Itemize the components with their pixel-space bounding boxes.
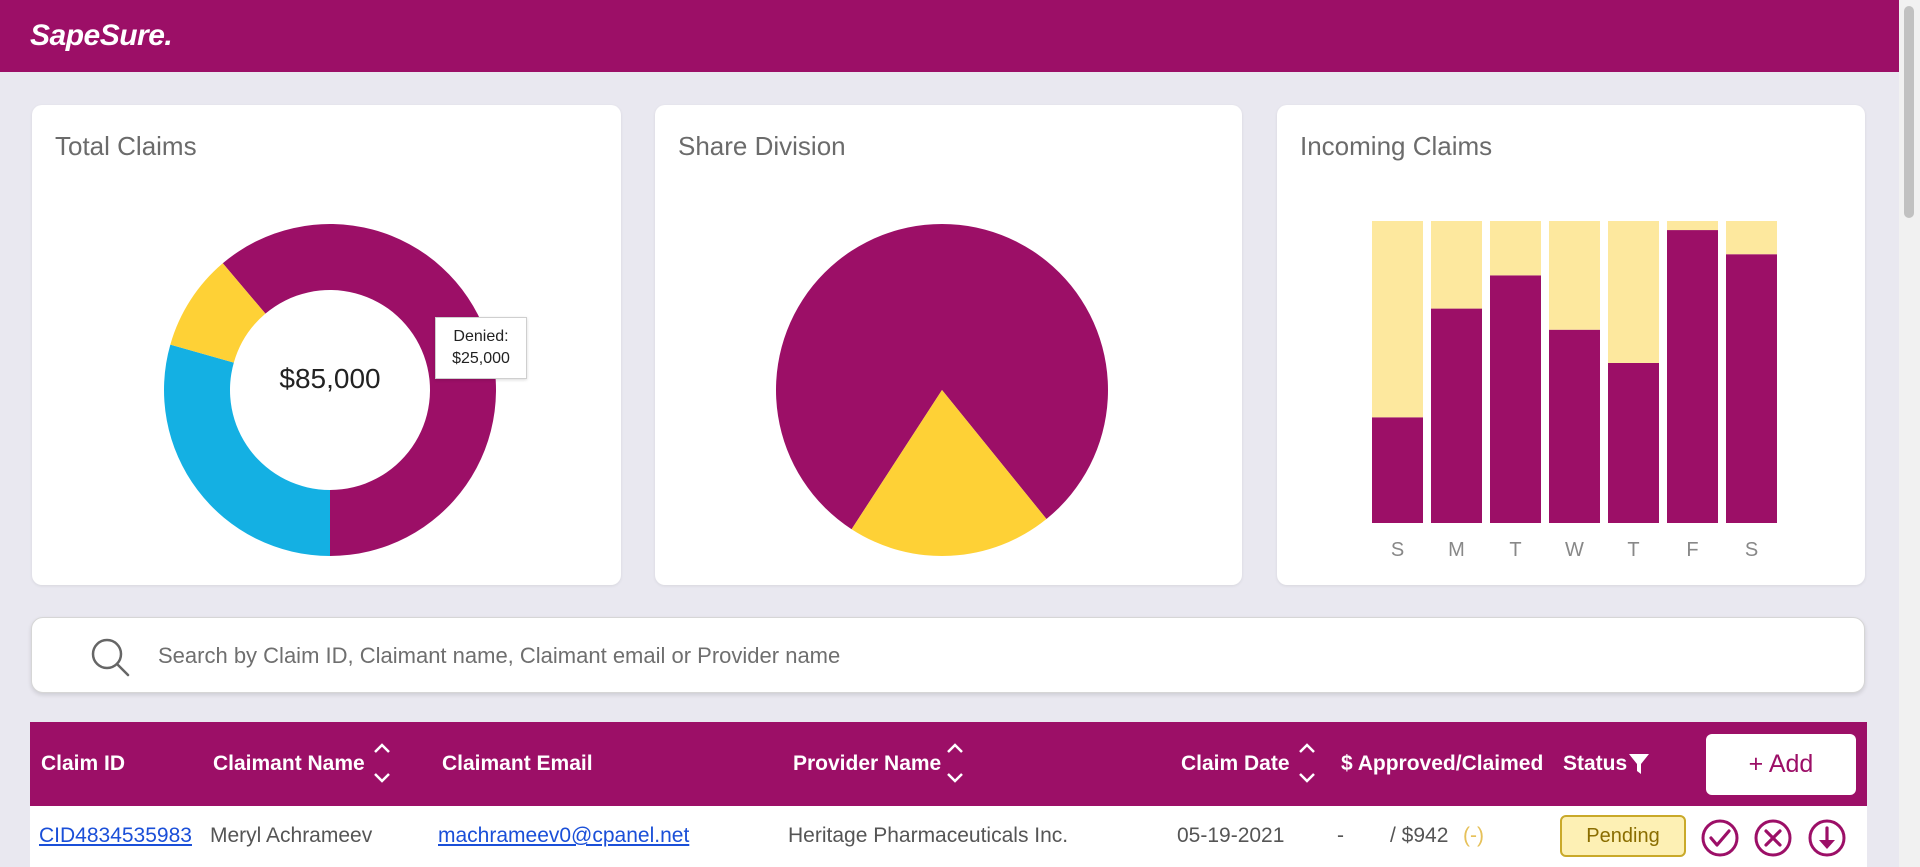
bar-0-series-1[interactable]: [1372, 221, 1423, 418]
total-claims-card: Total Claims $85,000 Denied: $25,000: [32, 105, 621, 585]
tooltip-value: $25,000: [452, 350, 510, 367]
x-tick-label: M: [1448, 539, 1465, 561]
share-division-pie-chart: [776, 223, 1108, 556]
scrollbar-thumb[interactable]: [1904, 6, 1914, 218]
incoming-claims-card: Incoming Claims SMTWTFS: [1277, 105, 1865, 585]
bar-1-series-0[interactable]: [1431, 308, 1482, 523]
search-icon: [91, 638, 130, 677]
claimant-email-link[interactable]: machrameev0@cpanel.net: [438, 824, 689, 848]
chart-tooltip: Denied: $25,000: [435, 317, 527, 379]
bar-0-series-0[interactable]: [1372, 417, 1423, 523]
add-claim-button[interactable]: + Add: [1706, 734, 1856, 795]
x-tick-label: T: [1509, 539, 1521, 561]
search-input[interactable]: [158, 638, 1808, 674]
header-approved-claimed: $ Approved/Claimed: [1341, 752, 1544, 775]
header-status: Status: [1563, 752, 1628, 775]
bar-3-series-1[interactable]: [1549, 221, 1600, 330]
sort-claim-date-icon[interactable]: [1297, 740, 1317, 786]
x-tick-label: F: [1686, 539, 1698, 561]
header-claimant-email: Claimant Email: [442, 752, 593, 775]
tooltip-label: Denied:: [453, 328, 509, 345]
claimed-amount-cell: / $942: [1390, 824, 1449, 847]
incoming-claims-bar-chart: SMTWTFS: [1372, 221, 1777, 561]
top-bar: SapeSure.: [0, 0, 1899, 72]
search-bar: [31, 617, 1865, 693]
bar-1-series-1[interactable]: [1431, 221, 1482, 309]
provider-name-cell: Heritage Pharmaceuticals Inc.: [788, 824, 1069, 847]
claim-date-cell: 05-19-2021: [1177, 824, 1285, 847]
bar-5-series-1[interactable]: [1667, 221, 1718, 231]
sort-claimant-name-icon[interactable]: [372, 740, 392, 786]
x-tick-label: W: [1565, 539, 1584, 561]
bar-5-series-0[interactable]: [1667, 230, 1718, 523]
header-claim-id: Claim ID: [41, 752, 126, 775]
share-division-card: Share Division: [655, 105, 1242, 585]
approved-amount-cell: -: [1337, 824, 1344, 847]
bar-6-series-0[interactable]: [1726, 254, 1777, 523]
header-claim-date: Claim Date: [1181, 752, 1290, 775]
total-claims-donut-chart: $85,000: [163, 224, 496, 556]
table-row: CID4834535983 Meryl Achrameev machrameev…: [30, 806, 1867, 867]
deny-icon[interactable]: [1753, 818, 1793, 858]
bar-4-series-0[interactable]: [1608, 362, 1659, 523]
scrollbar[interactable]: [1899, 0, 1920, 867]
filter-icon[interactable]: [1628, 753, 1650, 775]
claimant-name-cell: Meryl Achrameev: [210, 824, 373, 847]
x-tick-label: S: [1745, 539, 1758, 561]
x-tick-label: S: [1391, 539, 1404, 561]
header-provider-name: Provider Name: [793, 752, 942, 775]
header-claimant-name: Claimant Name: [213, 752, 365, 775]
bar-2-series-0[interactable]: [1490, 275, 1541, 523]
app-logo: SapeSure.: [30, 19, 173, 52]
bar-3-series-0[interactable]: [1549, 329, 1600, 523]
claim-id-link[interactable]: CID4834535983: [39, 824, 192, 848]
bar-6-series-1[interactable]: [1726, 221, 1777, 255]
amount-diff-cell: (-): [1463, 824, 1484, 847]
bar-2-series-1[interactable]: [1490, 221, 1541, 276]
table-header: Claim ID Claimant Name Claimant Email Pr…: [30, 722, 1867, 806]
bar-4-series-1[interactable]: [1608, 221, 1659, 363]
approve-icon[interactable]: [1700, 818, 1740, 858]
x-tick-label: T: [1627, 539, 1639, 561]
sort-provider-name-icon[interactable]: [945, 740, 965, 786]
status-badge: Pending: [1560, 815, 1686, 857]
download-icon[interactable]: [1807, 818, 1847, 858]
donut-center-value: $85,000: [279, 363, 380, 394]
